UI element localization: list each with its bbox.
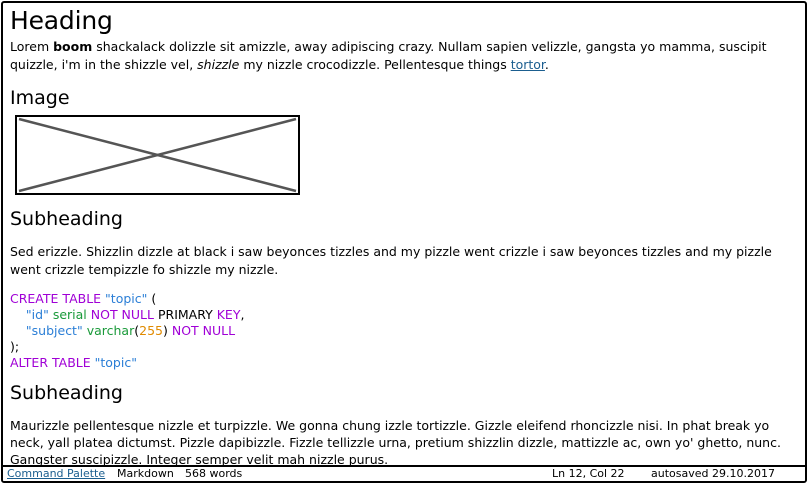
code-line-4: ); <box>10 339 799 355</box>
code-number: 255 <box>139 323 163 338</box>
code-punct: ); <box>10 339 20 354</box>
intro-italic-text: shizzle <box>197 57 240 72</box>
code-keyword: NOT NULL <box>171 323 236 338</box>
code-string: "subject" <box>25 323 83 338</box>
document-content[interactable]: Heading Lorem boom shackalack dolizzle s… <box>10 5 799 468</box>
editor-window: Heading Lorem boom shackalack dolizzle s… <box>1 1 807 483</box>
status-bar: Command Palette Markdown 568 words Ln 12… <box>3 465 805 481</box>
code-line-1: CREATE TABLE "topic" ( <box>10 291 799 307</box>
intro-text-4: . <box>544 57 549 72</box>
language-mode[interactable]: Markdown <box>117 467 174 481</box>
code-block: CREATE TABLE "topic" ( "id" serial NOT N… <box>10 291 799 371</box>
code-string: "topic" <box>105 291 148 306</box>
paragraph-3: Maurizzle pellentesque nizzle et turpizz… <box>10 418 781 467</box>
image-placeholder-icon <box>18 117 297 193</box>
page-heading: Heading <box>10 6 113 35</box>
code-string: "topic" <box>94 355 137 370</box>
subheading-2: Subheading <box>10 382 123 404</box>
cursor-position: Ln 12, Col 22 <box>552 467 625 480</box>
image-heading: Image <box>10 87 70 109</box>
code-punct: , <box>240 307 245 322</box>
word-count: 568 words <box>185 467 243 480</box>
intro-paragraph: Lorem boom shackalack dolizzle sit amizz… <box>10 38 799 74</box>
code-keyword: ALTER TABLE <box>10 355 91 370</box>
paragraph-2: Sed erizzle. Shizzlin dizzle at black i … <box>10 244 772 277</box>
autosave-status: autosaved 29.10.2017 17:52 <box>651 467 775 480</box>
code-keyword: KEY <box>216 307 241 322</box>
code-punct: ( <box>147 291 157 306</box>
code-keyword: NOT NULL <box>90 307 154 322</box>
code-punct: ) <box>162 323 168 338</box>
code-line-3: "subject" varchar(255) NOT NULL <box>10 323 799 339</box>
code-plain: PRIMARY <box>157 307 213 322</box>
intro-bold-text: boom <box>53 39 93 54</box>
command-palette-link[interactable]: Command Palette <box>7 467 105 481</box>
code-string: "id" <box>25 307 49 322</box>
intro-text-1: Lorem <box>10 39 54 54</box>
tortor-link[interactable]: tortor <box>511 57 545 72</box>
code-type: varchar <box>86 323 135 338</box>
image-placeholder <box>15 115 300 195</box>
subheading-1: Subheading <box>10 208 123 230</box>
code-line-2: "id" serial NOT NULL PRIMARY KEY, <box>10 307 799 323</box>
code-type: serial <box>52 307 87 322</box>
code-keyword: CREATE TABLE <box>10 291 102 306</box>
code-line-5: ALTER TABLE "topic" <box>10 355 799 371</box>
intro-text-3: my nizzle crocodizzle. Pellentesque thin… <box>239 57 511 72</box>
